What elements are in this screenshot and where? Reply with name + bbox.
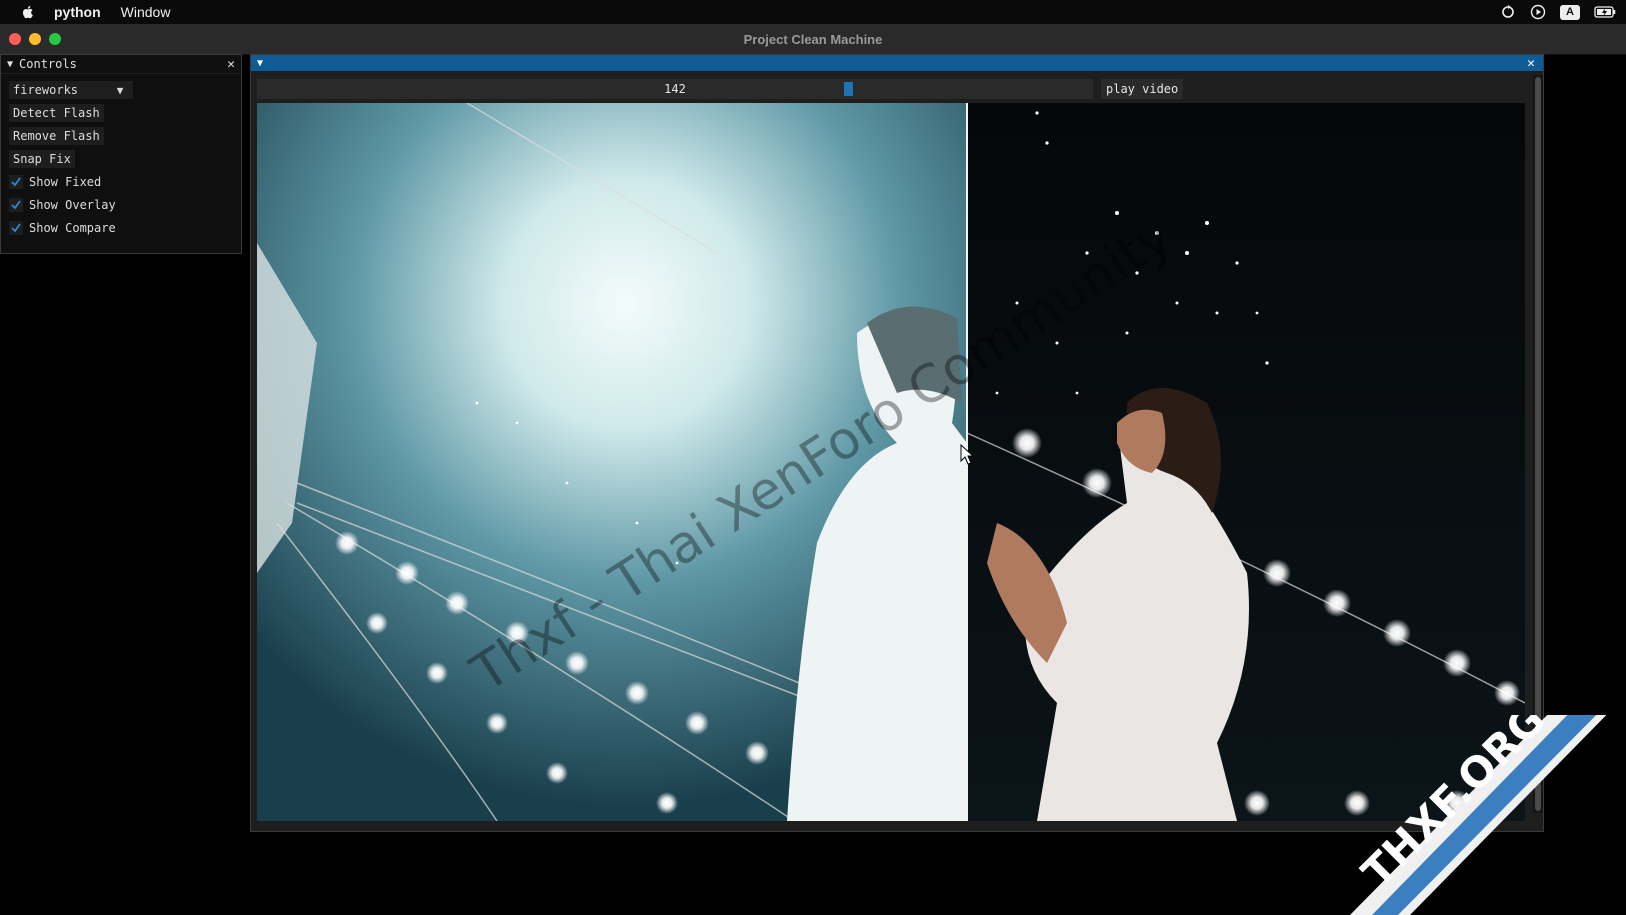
fixed-frame-half <box>967 103 1525 821</box>
play-video-button[interactable]: play video <box>1101 79 1184 99</box>
menubar-status-area: A <box>1500 4 1616 20</box>
controls-panel-title: Controls <box>19 57 77 71</box>
checkmark-icon <box>11 177 21 187</box>
detect-flash-button[interactable]: Detect Flash <box>9 104 104 122</box>
watermark-badge: THXF.ORG <box>1350 715 1626 915</box>
menubar-app-name[interactable]: python <box>54 4 101 20</box>
show-compare-checkbox[interactable]: Show Compare <box>9 219 116 237</box>
remove-flash-button[interactable]: Remove Flash <box>9 127 104 145</box>
preset-combo[interactable]: fireworks ▼ <box>9 81 133 99</box>
collapse-triangle-icon[interactable]: ▼ <box>7 59 13 70</box>
scrollbar-thumb[interactable] <box>1535 77 1541 811</box>
battery-icon[interactable] <box>1594 4 1616 20</box>
frame-slider-value: 142 <box>664 82 686 96</box>
controls-panel-header[interactable]: ▼ Controls ✕ <box>1 55 241 74</box>
checkmark-icon <box>11 200 21 210</box>
close-icon[interactable]: ✕ <box>1527 56 1535 71</box>
sync-icon[interactable] <box>1500 4 1516 20</box>
apple-icon[interactable] <box>20 4 36 20</box>
checkbox-box[interactable] <box>9 221 23 235</box>
checkbox-label: Show Overlay <box>29 198 116 212</box>
checkbox-label: Show Compare <box>29 221 116 235</box>
play-circle-icon[interactable] <box>1530 4 1546 20</box>
checkmark-icon <box>11 223 21 233</box>
window-titlebar[interactable]: Project Clean Machine <box>0 24 1626 55</box>
checkbox-box[interactable] <box>9 175 23 189</box>
show-overlay-checkbox[interactable]: Show Overlay <box>9 196 116 214</box>
checkbox-box[interactable] <box>9 198 23 212</box>
badge-ribbon: THXF.ORG <box>1350 715 1607 915</box>
menubar-window-menu[interactable]: Window <box>121 4 171 20</box>
snap-fix-button[interactable]: Snap Fix <box>9 150 75 168</box>
video-frame: Thxf - Thai XenForo Community <box>257 103 1525 821</box>
show-fixed-checkbox[interactable]: Show Fixed <box>9 173 101 191</box>
checkbox-label: Show Fixed <box>29 175 102 189</box>
chevron-down-icon[interactable]: ▼ <box>111 84 129 97</box>
viewer-window-header[interactable]: ▼ ✕ <box>251 55 1543 71</box>
input-source-indicator[interactable]: A <box>1560 4 1580 20</box>
preset-combo-value: fireworks <box>13 83 79 97</box>
frame-slider[interactable]: 142 <box>257 79 1093 99</box>
menubar: python Window A <box>0 0 1626 24</box>
video-compare-view[interactable]: Thxf - Thai XenForo Community <box>257 103 1525 821</box>
controls-panel: ▼ Controls ✕ fireworks ▼ Detect Flash Re… <box>0 54 242 254</box>
vertical-scrollbar[interactable] <box>1533 75 1543 813</box>
window-title: Project Clean Machine <box>743 31 883 47</box>
collapse-triangle-icon[interactable]: ▼ <box>257 58 263 69</box>
close-icon[interactable]: ✕ <box>227 57 235 72</box>
